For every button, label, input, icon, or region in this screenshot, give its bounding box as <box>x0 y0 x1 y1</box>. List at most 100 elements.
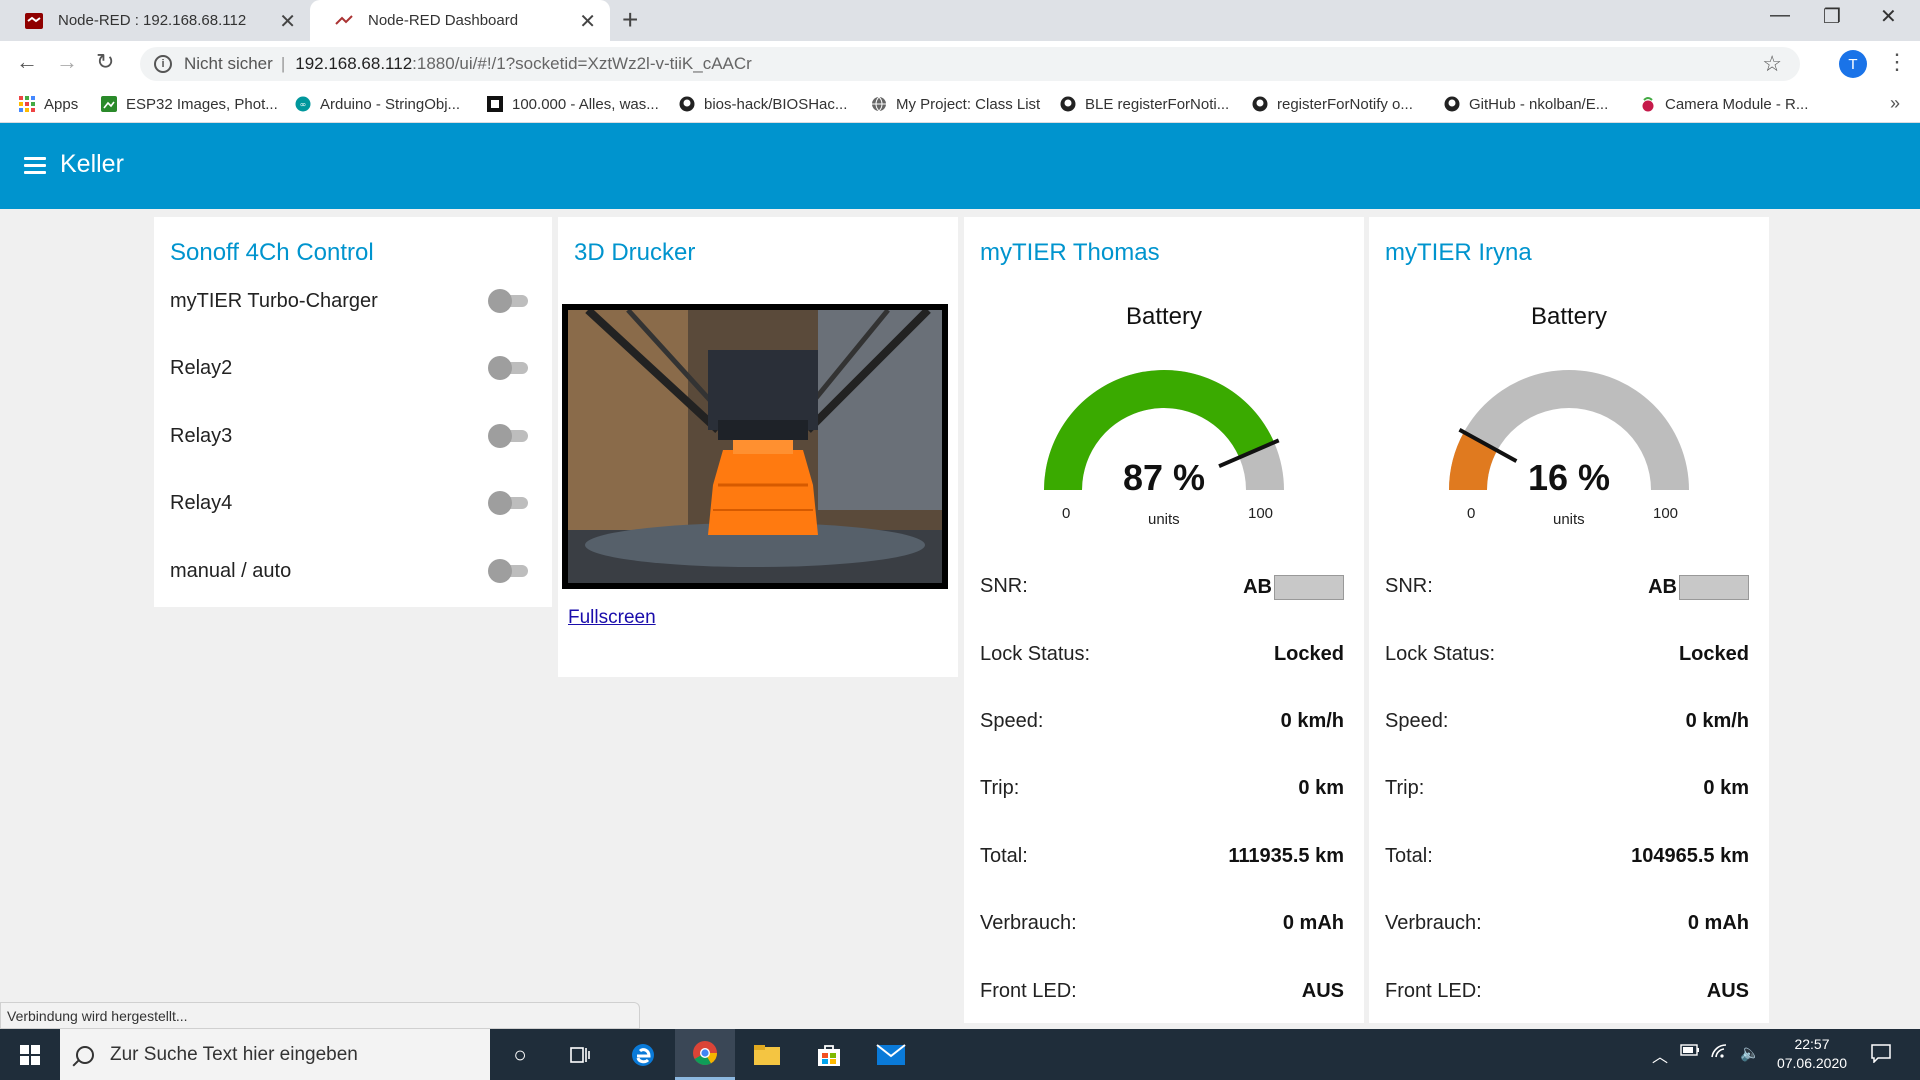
bookmark-camera-module[interactable]: Camera Module - R... <box>1639 95 1808 113</box>
bookmark-label: Apps <box>44 95 79 113</box>
forward-icon[interactable]: → <box>56 49 78 75</box>
row-speed: Speed: 0 km/h <box>980 704 1344 740</box>
row-value: 0 km <box>1298 777 1344 799</box>
url-host: 192.168.68.112 <box>295 54 413 73</box>
scooter-card-iryna: myTIER Iryna Battery 16 % 0 units 100 SN… <box>1369 217 1769 1023</box>
arduino-icon: ∞ <box>294 95 312 113</box>
task-view-icon[interactable] <box>550 1029 610 1080</box>
new-tab-icon[interactable]: + <box>622 4 638 36</box>
bookmark-ble-register[interactable]: BLE registerForNoti... <box>1059 95 1229 113</box>
info-icon[interactable]: i <box>154 55 172 73</box>
volume-icon[interactable]: 🔈 <box>1740 1043 1760 1063</box>
row-value: Locked <box>1273 643 1344 665</box>
row-value: AUS <box>1301 980 1344 1002</box>
switch-mytier-turbo-charger[interactable]: myTIER Turbo-Charger <box>170 281 532 321</box>
taskbar-clock[interactable]: 22:57 07.06.2020 <box>1772 1035 1852 1073</box>
bookmark-github-nkolban[interactable]: GitHub - nkolban/E... <box>1443 95 1608 113</box>
toggle-switch[interactable] <box>488 424 528 448</box>
bookmark-label: 100.000 - Alles, was... <box>512 95 659 113</box>
card-title: Sonoff 4Ch Control <box>170 239 374 266</box>
store-icon[interactable] <box>799 1029 859 1080</box>
row-key: Trip: <box>980 777 1020 799</box>
bookmark-register-for-notify[interactable]: registerForNotify o... <box>1251 95 1413 113</box>
row-key: Speed: <box>1385 710 1449 732</box>
bookmark-my-project[interactable]: My Project: Class List <box>870 95 1040 113</box>
row-key: Verbrauch: <box>1385 912 1482 934</box>
row-key: Front LED: <box>980 980 1077 1002</box>
github-icon <box>678 95 696 113</box>
bookmark-apps[interactable]: Apps <box>18 95 78 113</box>
hamburger-menu-icon[interactable] <box>24 157 46 175</box>
toggle-switch[interactable] <box>488 491 528 515</box>
row-trip: Trip: 0 km <box>1385 771 1749 807</box>
scooter-card-thomas: myTIER Thomas Battery 87 % 0 units 100 S… <box>964 217 1364 1023</box>
toggle-switch[interactable] <box>488 559 528 583</box>
notifications-icon[interactable] <box>1870 1043 1892 1068</box>
tab-title: Node-RED : 192.168.68.112 <box>58 12 247 29</box>
bookmarks-overflow-icon[interactable]: » <box>1890 93 1900 114</box>
address-separator: | <box>280 54 286 73</box>
github-icon <box>1443 95 1461 113</box>
tray-chevron-icon[interactable]: ︿ <box>1652 1043 1668 1067</box>
reload-icon[interactable]: ↻ <box>96 49 114 75</box>
back-icon[interactable]: ← <box>16 49 38 75</box>
switch-relay3[interactable]: Relay3 <box>170 416 532 456</box>
bookmark-label: BLE registerForNoti... <box>1085 95 1230 113</box>
close-icon[interactable]: ✕ <box>579 9 596 34</box>
row-lock-status: Lock Status: Locked <box>980 637 1344 673</box>
switch-manual-auto[interactable]: manual / auto <box>170 551 532 591</box>
dashboard-header: Keller <box>0 123 1920 209</box>
toggle-switch[interactable] <box>488 289 528 313</box>
cortana-icon[interactable]: ○ <box>490 1029 550 1080</box>
restore-icon[interactable]: ❐ <box>1823 4 1841 29</box>
close-icon[interactable]: ✕ <box>279 9 296 34</box>
image-icon <box>100 95 118 113</box>
gauge-unit: units <box>1148 511 1180 528</box>
switch-relay4[interactable]: Relay4 <box>170 483 532 523</box>
fullscreen-link[interactable]: Fullscreen <box>568 607 656 629</box>
clock-date: 07.06.2020 <box>1776 1055 1848 1071</box>
taskbar-search-input[interactable]: Zur Suche Text hier eingeben <box>60 1029 490 1080</box>
bookmark-arduino[interactable]: ∞ Arduino - StringObj... <box>294 95 460 113</box>
row-front-led: Front LED: AUS <box>1385 974 1749 1010</box>
dashboard-content: Sonoff 4Ch Control myTIER Turbo-Charger … <box>0 209 1920 1029</box>
chrome-icon[interactable] <box>675 1029 735 1080</box>
row-snr: SNR: AB <box>980 569 1344 605</box>
toggle-switch[interactable] <box>488 356 528 380</box>
windows-taskbar: Zur Suche Text hier eingeben ○ ︿ 🔈 22:57… <box>0 1029 1920 1080</box>
file-explorer-icon[interactable] <box>737 1029 797 1080</box>
start-button[interactable] <box>0 1029 60 1080</box>
card-title: myTIER Thomas <box>980 239 1160 266</box>
raspberry-icon <box>1639 95 1657 113</box>
bookmark-star-icon[interactable]: ☆ <box>1762 51 1782 77</box>
row-key: Front LED: <box>1385 980 1482 1002</box>
row-key: Lock Status: <box>980 643 1091 665</box>
row-value: AB <box>1648 575 1749 600</box>
row-verbrauch: Verbrauch: 0 mAh <box>980 906 1344 942</box>
battery-icon[interactable] <box>1680 1043 1700 1062</box>
profile-avatar[interactable]: T <box>1839 50 1867 78</box>
row-key: Total: <box>1385 845 1433 867</box>
tab-node-red-dashboard[interactable]: Node-RED Dashboard ✕ <box>310 0 610 41</box>
row-verbrauch: Verbrauch: 0 mAh <box>1385 906 1749 942</box>
row-value: AB <box>1243 575 1344 600</box>
window-close-icon[interactable]: ✕ <box>1880 4 1897 29</box>
more-menu-icon[interactable]: ⋮ <box>1886 49 1908 75</box>
bookmark-100000[interactable]: 100.000 - Alles, was... <box>486 95 659 113</box>
tab-node-red-editor[interactable]: Node-RED : 192.168.68.112 ✕ <box>0 0 310 41</box>
minimize-icon[interactable]: — <box>1770 4 1790 27</box>
wifi-icon[interactable] <box>1710 1043 1730 1064</box>
row-value: 0 km/h <box>1685 710 1749 732</box>
edge-icon[interactable] <box>613 1029 673 1080</box>
mail-icon[interactable] <box>861 1029 921 1080</box>
printer-camera-image <box>568 310 942 583</box>
page-icon <box>486 95 504 113</box>
url-path: :1880/ui/#!/1?socketid=XztWz2l-v-tiiK_cA… <box>412 54 752 73</box>
row-key: Lock Status: <box>1385 643 1496 665</box>
switch-relay2[interactable]: Relay2 <box>170 348 532 388</box>
bookmark-esp32-images[interactable]: ESP32 Images, Phot... <box>100 95 278 113</box>
bookmark-bios-hack[interactable]: bios-hack/BIOSHac... <box>678 95 847 113</box>
gauge-title: Battery <box>1125 303 1203 330</box>
bookmark-label: registerForNotify o... <box>1277 95 1413 113</box>
address-bar[interactable]: i Nicht sicher | 192.168.68.112 :1880/ui… <box>140 47 1800 81</box>
